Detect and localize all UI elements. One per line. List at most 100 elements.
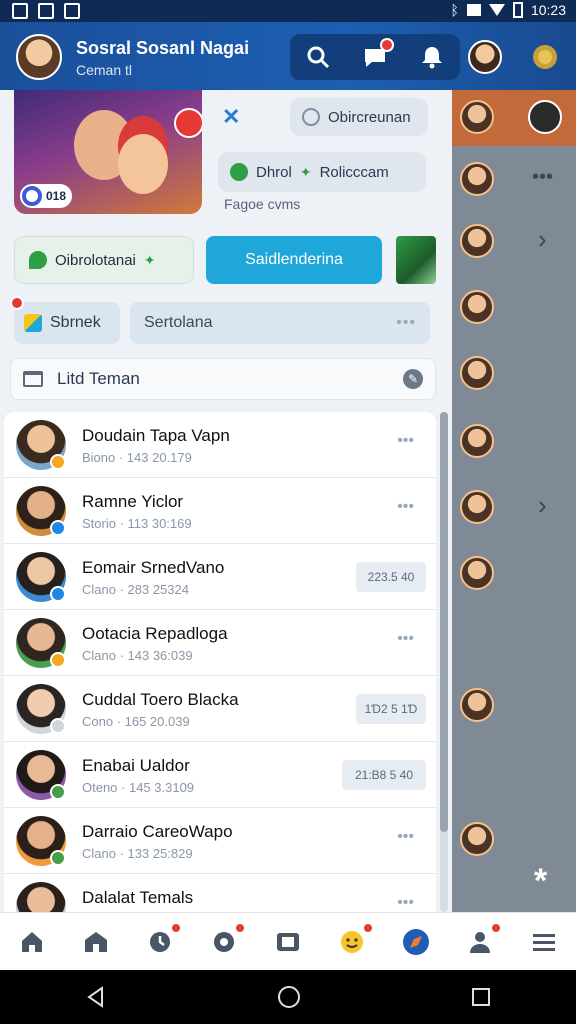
filter-chip[interactable]: Sbrnek xyxy=(10,296,120,344)
messages-badge xyxy=(379,38,394,52)
messages-button[interactable] xyxy=(360,38,394,72)
chip-badge xyxy=(10,296,24,310)
ring-icon xyxy=(22,186,42,206)
list-item[interactable]: Eomair SrnedVano Clano · 283 25324 223.5… xyxy=(4,544,436,610)
pill-2-suffix: Rolicccam xyxy=(319,163,389,181)
nav-compass[interactable] xyxy=(400,926,432,958)
contact-list: Doudain Tapa Vapn Biono · 143 20.179 •••… xyxy=(4,412,436,912)
contact-name: Eomair SrnedVano xyxy=(82,558,225,577)
nav-profile[interactable] xyxy=(464,921,502,958)
house-icon xyxy=(85,931,107,952)
list-header[interactable]: Litd Teman ✎ xyxy=(10,358,436,400)
leaf-icon xyxy=(29,251,47,269)
promo-banner[interactable]: 018 xyxy=(14,90,202,214)
more-icon[interactable]: ••• xyxy=(397,828,414,846)
bell-icon xyxy=(421,47,442,69)
list-icon xyxy=(23,371,43,387)
more-icon[interactable]: ••• xyxy=(396,314,416,332)
clock-icon xyxy=(150,931,170,952)
home-circle-icon[interactable] xyxy=(276,984,302,1010)
nav-gallery[interactable] xyxy=(272,926,304,958)
action-pill[interactable]: 1Ɗ2 5 1Ɗ xyxy=(356,694,426,724)
primary-action-button[interactable]: Saidlenderina xyxy=(206,236,382,284)
coin-icon[interactable] xyxy=(530,42,560,72)
list-item[interactable]: Ootacia Repadloga Clano · 143 36:039 ••• xyxy=(4,610,436,676)
scrollbar-thumb[interactable] xyxy=(440,412,448,832)
user-avatar[interactable] xyxy=(16,34,62,80)
contact-name: Dalalat Temals xyxy=(82,888,194,907)
nav-home[interactable] xyxy=(16,926,48,958)
contact-meta: Biono · 143 20.179 xyxy=(82,450,192,465)
status-badge xyxy=(50,850,66,866)
background-avatar xyxy=(460,162,494,196)
action-pill[interactable]: 223.5 40 xyxy=(356,562,426,592)
chip-label: Sbrnek xyxy=(50,314,101,331)
shuffle-icon[interactable]: ✕ xyxy=(222,104,240,130)
status-ring-icon xyxy=(230,163,248,181)
more-icon[interactable]: ••• xyxy=(397,894,414,912)
nav-shop[interactable] xyxy=(80,926,112,958)
nav-activity[interactable] xyxy=(144,921,182,958)
flag-icon xyxy=(24,314,42,332)
search-input[interactable]: Sertolana ••• xyxy=(130,302,430,344)
search-button[interactable] xyxy=(303,42,333,72)
list-item[interactable]: Cuddal Toero Blacka Cono · 165 20.039 1Ɗ… xyxy=(4,676,436,742)
background-moon-avatar xyxy=(528,100,562,134)
list-item[interactable]: Ramne Yiclor Storio · 113 30:169 ••• xyxy=(4,478,436,544)
back-icon[interactable] xyxy=(84,985,108,1009)
nav-explore[interactable] xyxy=(208,921,246,958)
settings-icon[interactable]: ✎ xyxy=(403,369,423,389)
secondary-action-button[interactable]: Oibrolotanai ✦ xyxy=(14,236,194,284)
list-item[interactable]: Darraio CareoWapo Clano · 133 25:829 ••• xyxy=(4,808,436,874)
more-icon[interactable]: ••• xyxy=(397,432,414,450)
pill-button-2[interactable]: Dhrol ✦ Rolicccam xyxy=(218,152,426,192)
list-header-label: Litd Teman xyxy=(57,369,140,388)
image-notification-icon xyxy=(12,3,28,19)
background-chevron-icon: › xyxy=(538,490,547,520)
status-bar: ᛒ 10:23 xyxy=(0,0,576,22)
primary-action-label: Saidlenderina xyxy=(245,251,343,268)
system-navigation xyxy=(0,970,576,1024)
nav-emoji[interactable] xyxy=(336,921,374,958)
app-notification-icon xyxy=(64,3,80,19)
promo-badge-icon xyxy=(174,108,202,138)
thumbnail-image[interactable] xyxy=(396,236,436,284)
nav-menu[interactable] xyxy=(528,926,560,958)
background-panel: ••• › › * xyxy=(452,90,576,912)
status-notification-icons xyxy=(12,3,80,19)
pill-button-1[interactable]: Obircreunan xyxy=(290,98,428,136)
asterisk-icon[interactable]: * xyxy=(534,862,547,901)
home-icon xyxy=(22,931,42,952)
contact-meta: Clano · 133 25:829 xyxy=(82,846,193,861)
notifications-button[interactable] xyxy=(417,42,447,72)
background-avatar xyxy=(460,556,494,590)
status-badge xyxy=(50,586,66,602)
contact-name: Ootacia Repadloga xyxy=(82,624,228,643)
wifi-icon xyxy=(488,4,505,16)
background-chevron-icon: › xyxy=(538,224,547,254)
gallery-icon xyxy=(277,932,299,951)
contact-name: Enabai Ualdor xyxy=(82,756,190,775)
background-avatar xyxy=(460,290,494,324)
app-header: Sosral Sosanl Nagai Ceman tl xyxy=(0,22,576,90)
action-pill[interactable]: 21:B8 5 40 xyxy=(342,760,426,790)
sparkle-icon: ✦ xyxy=(143,251,156,268)
list-item[interactable]: Enabai Ualdor Oteno · 145 3.3109 21:B8 5… xyxy=(4,742,436,808)
person-icon xyxy=(470,931,490,953)
nav-badge xyxy=(362,921,374,934)
more-icon[interactable]: ••• xyxy=(397,630,414,648)
nav-badge xyxy=(490,921,502,934)
list-scrollbar[interactable] xyxy=(440,412,448,912)
list-item[interactable]: Dalalat Temals ••• xyxy=(4,874,436,912)
hamburger-icon xyxy=(533,933,555,951)
background-avatar xyxy=(460,424,494,458)
profile-avatar[interactable] xyxy=(468,40,502,74)
background-avatar xyxy=(460,356,494,390)
recents-icon[interactable] xyxy=(470,986,492,1008)
background-avatar xyxy=(460,822,494,856)
secondary-action-label: Oibrolotanai xyxy=(55,251,136,269)
more-icon[interactable]: ••• xyxy=(397,498,414,516)
pill-2-label: Dhrol xyxy=(256,163,292,181)
contact-meta: Cono · 165 20.039 xyxy=(82,714,190,729)
list-item[interactable]: Doudain Tapa Vapn Biono · 143 20.179 ••• xyxy=(4,412,436,478)
